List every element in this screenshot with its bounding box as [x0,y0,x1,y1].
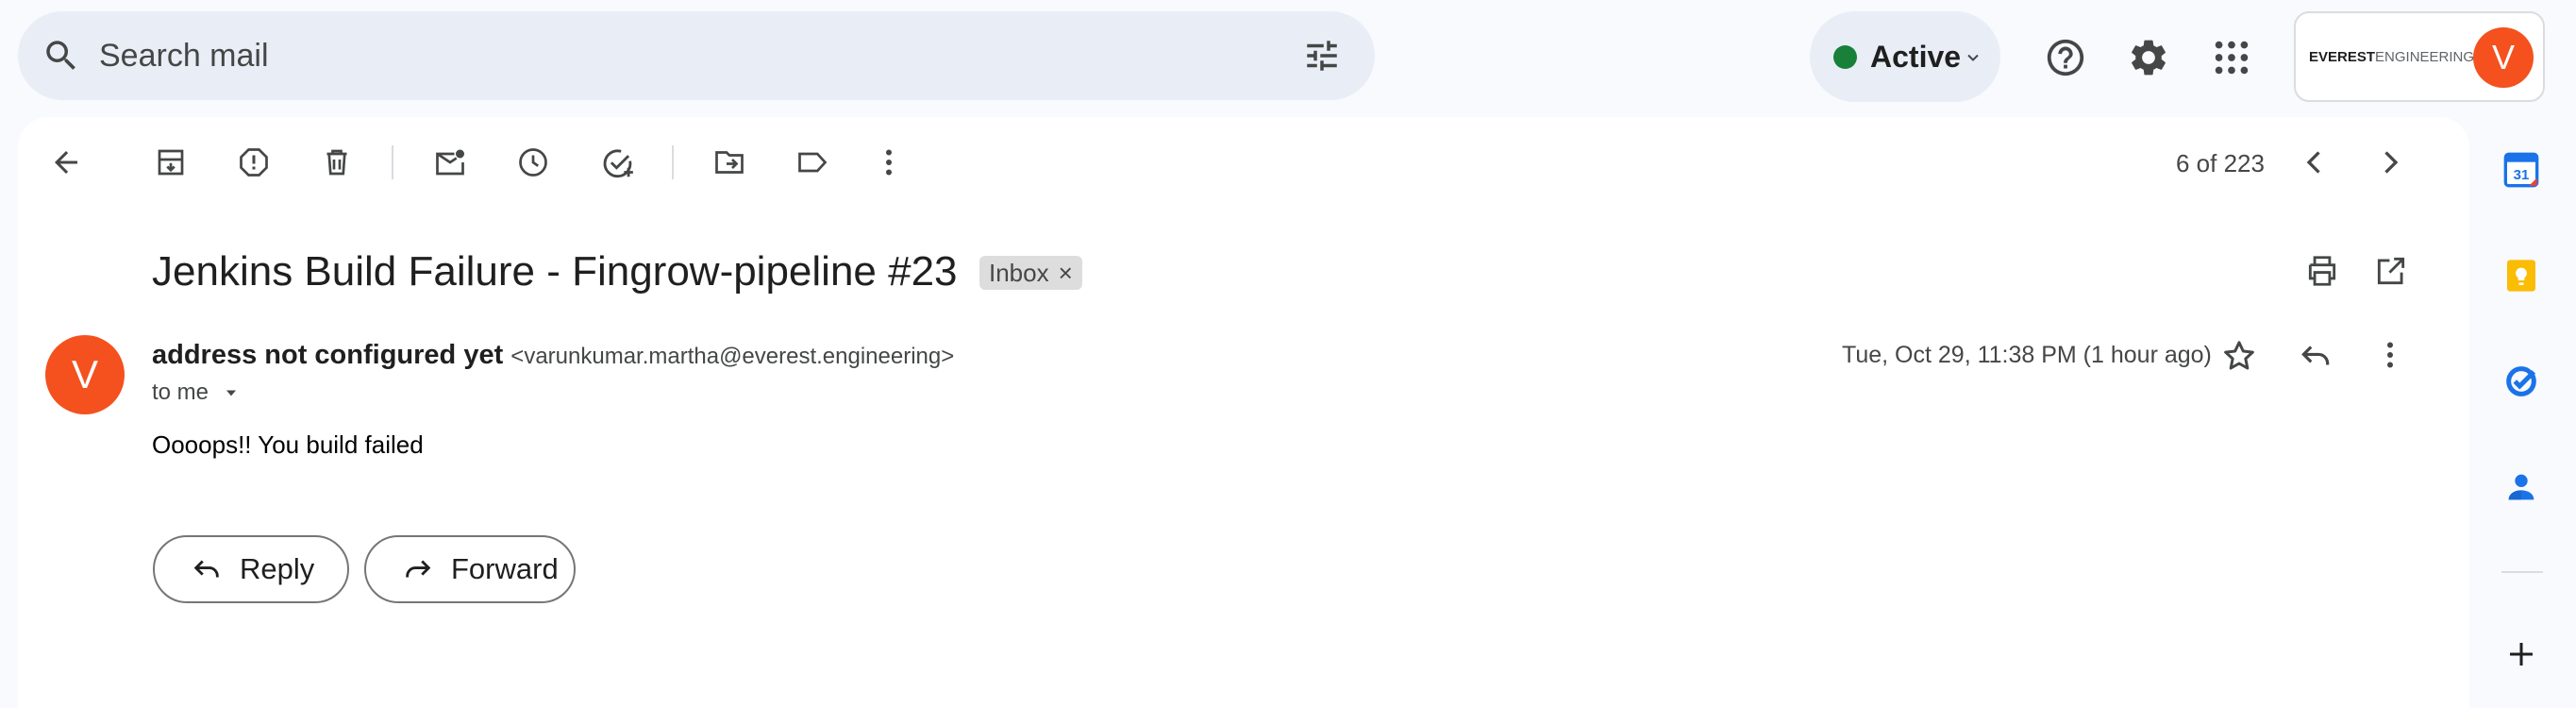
sender-name: address not configured yet [152,340,504,370]
reply-label: Reply [240,552,315,585]
toolbar-divider [672,145,674,179]
tasks-icon[interactable] [2502,362,2540,400]
sender-email: <varunkumar.martha@everest.engineering> [510,344,955,369]
label-icon[interactable] [795,145,829,179]
pagination-count: 6 of 223 [2176,149,2265,177]
forward-label: Forward [451,552,559,585]
back-arrow-icon[interactable] [49,145,83,179]
status-dot [1833,45,1857,69]
reply-icon[interactable] [2298,338,2333,374]
apps-icon[interactable] [2210,36,2253,79]
calendar-day: 31 [2514,167,2530,183]
recipient-line[interactable]: to me [152,378,241,408]
settings-icon[interactable] [2127,36,2170,79]
remove-label-button[interactable]: × [1059,261,1073,285]
chevron-right-icon[interactable] [2373,145,2407,179]
contacts-icon[interactable] [2502,468,2540,506]
caret-down-icon[interactable] [222,383,241,402]
calendar-icon[interactable]: 31 [2502,151,2540,189]
toolbar-divider [392,145,393,179]
snooze-icon[interactable] [516,145,550,179]
account-avatar[interactable]: V [2473,27,2534,88]
more-options-icon[interactable] [2373,338,2407,372]
email-body: Oooops!! You build failed [152,430,424,459]
tune-icon[interactable] [1302,36,1342,76]
keep-icon[interactable] [2502,257,2540,295]
email-date: Tue, Oct 29, 11:38 PM (1 hour ago) [1842,342,2212,368]
status-label: Active [1870,40,1962,74]
email-subject: Jenkins Build Failure - Fingrow-pipeline… [152,248,958,295]
report-spam-icon[interactable] [237,145,271,179]
forward-button[interactable]: Forward [364,535,576,603]
chevron-down-icon [1964,48,1982,67]
star-icon[interactable] [2220,337,2258,375]
sender-avatar: V [45,335,125,414]
search-icon[interactable] [42,36,81,76]
move-to-icon[interactable] [712,145,746,179]
reply-icon [191,553,223,585]
mark-unread-icon[interactable] [433,145,467,179]
reply-button[interactable]: Reply [153,535,349,603]
message-panel [18,117,2469,708]
organization-logo: EVERESTENGINEERING [2309,49,2475,65]
side-panel-divider [2501,571,2543,573]
sender-line: address not configured yet <varunkumar.m… [152,338,954,374]
print-icon[interactable] [2304,253,2340,289]
help-icon[interactable] [2044,36,2087,79]
add-task-icon[interactable] [600,145,636,181]
recipient-text: to me [152,379,209,405]
forward-icon [402,553,434,585]
label-text: Inbox [989,258,1049,287]
more-vert-icon[interactable] [872,145,906,179]
inbox-label-chip: Inbox × [979,256,1082,290]
delete-icon[interactable] [320,145,354,179]
archive-icon[interactable] [154,145,188,179]
chevron-left-icon[interactable] [2298,145,2332,179]
open-new-window-icon[interactable] [2373,253,2409,289]
search-input[interactable]: Search mail [99,36,269,76]
add-icon[interactable] [2504,637,2538,671]
